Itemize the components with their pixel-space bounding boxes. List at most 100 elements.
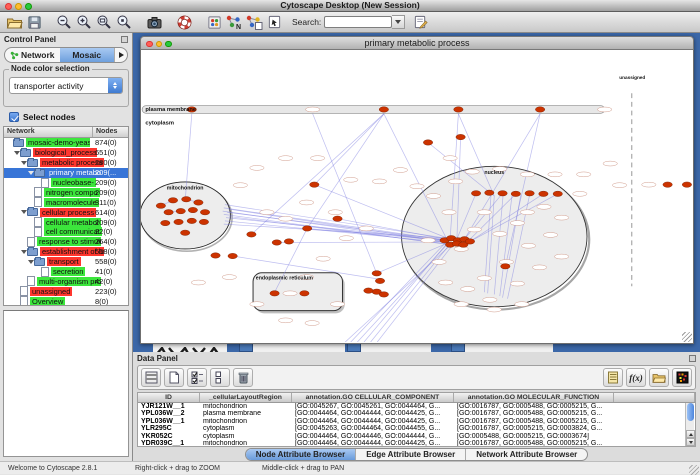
network-node[interactable]	[168, 198, 177, 203]
tree-expand-arrow[interactable]	[27, 260, 34, 264]
vizmapper-button[interactable]: N	[224, 13, 244, 32]
network-node[interactable]	[553, 191, 562, 196]
network-node[interactable]	[182, 197, 191, 202]
window-resize-grip[interactable]	[682, 332, 692, 342]
table-row[interactable]: YDR039C__1mitochondrion[GO:0044464, GO:0…	[138, 440, 695, 447]
birdseye-view[interactable]	[3, 310, 129, 457]
tree-row[interactable]: establishment of lo558(0)	[4, 247, 128, 257]
network-node[interactable]	[525, 191, 534, 196]
close-icon[interactable]	[146, 41, 153, 48]
network-canvas[interactable]: plasma membranecytoplasmmitochondrionnuc…	[141, 50, 693, 342]
table-row[interactable]: YPL036W__2plasma membrane[GO:0044464, GO…	[138, 410, 695, 418]
tree-expand-arrow[interactable]	[20, 250, 27, 254]
background-window-fragment[interactable]	[451, 343, 465, 352]
open-network-button[interactable]	[4, 13, 24, 32]
tab-mosaic[interactable]: Mosaic	[60, 48, 115, 62]
background-window-fragment[interactable]	[253, 343, 345, 352]
plugin-manager-button[interactable]	[204, 13, 224, 32]
import-attributes-button[interactable]	[649, 368, 669, 387]
search-input[interactable]	[324, 16, 392, 28]
network-node[interactable]	[682, 182, 691, 187]
table-row[interactable]: YKR052Ccytoplasm[GO:0044464, GO:0044446,…	[138, 433, 695, 441]
network-node[interactable]	[211, 253, 220, 258]
tab-node-attribute-browser[interactable]: Node Attribute Browser	[246, 449, 357, 460]
attribute-grid-button[interactable]	[141, 368, 161, 387]
table-column-header[interactable]: ID	[138, 393, 200, 402]
delete-attribute-button[interactable]	[233, 368, 253, 387]
heatmap-button[interactable]	[672, 368, 692, 387]
zoom-selected-button[interactable]	[114, 13, 134, 32]
network-node[interactable]	[454, 107, 463, 112]
scroll-down-button[interactable]	[686, 438, 695, 446]
formula-builder-button[interactable]: f(x)	[626, 368, 646, 387]
tree-expand-arrow[interactable]	[27, 171, 34, 175]
node-color-dropdown[interactable]: transporter activity	[9, 77, 123, 94]
snapshot-button[interactable]	[144, 13, 164, 32]
network-node[interactable]	[456, 134, 465, 139]
table-column-header[interactable]: annotation.GO CELLULAR_COMPONENT	[292, 393, 454, 402]
scrollbar-arrows[interactable]	[686, 430, 695, 446]
network-node[interactable]	[270, 291, 279, 296]
table-column-header[interactable]: _cellularLayoutRegion	[200, 393, 292, 402]
scroll-up-button[interactable]	[686, 430, 695, 438]
network-node[interactable]	[372, 271, 381, 276]
tab-network[interactable]: Network	[5, 48, 60, 62]
tree-row[interactable]: Overview8(0)	[4, 296, 128, 306]
tree-row[interactable]: metabolic process280(0)	[4, 158, 128, 168]
network-node[interactable]	[471, 191, 480, 196]
zoom-out-button[interactable]	[54, 13, 74, 32]
close-button[interactable]	[5, 3, 12, 10]
network-node[interactable]	[228, 253, 237, 258]
network-node[interactable]	[156, 203, 165, 208]
save-session-button[interactable]	[24, 13, 44, 32]
background-window-fragment[interactable]	[465, 343, 553, 352]
network-node[interactable]	[194, 200, 203, 205]
tree-row[interactable]: secretion41(0)	[4, 267, 128, 277]
tree-row[interactable]: unassigned223(0)	[4, 286, 128, 296]
network-node[interactable]	[284, 239, 293, 244]
scrollbar-thumb[interactable]	[687, 403, 694, 421]
app-resize-grip[interactable]	[689, 465, 699, 475]
zoom-button[interactable]	[25, 3, 32, 10]
tree-row[interactable]: nucleobase-209(0)	[4, 178, 128, 188]
tree-row[interactable]: macromolecule311(0)	[4, 197, 128, 207]
tree-row[interactable]: transport558(0)	[4, 257, 128, 267]
table-row[interactable]: YPL036W__1mitochondrion[GO:0044464, GO:0…	[138, 418, 695, 426]
background-window-fragment[interactable]	[239, 343, 253, 352]
float-panel-icon[interactable]	[689, 355, 696, 362]
background-window-fragment[interactable]	[361, 343, 431, 352]
filters-button[interactable]	[244, 13, 264, 32]
tree-row[interactable]: cellular metabol209(0)	[4, 217, 128, 227]
network-node[interactable]	[535, 107, 544, 112]
new-attribute-button[interactable]	[164, 368, 184, 387]
background-window-thumbnail[interactable]	[153, 343, 227, 352]
tab-network-attribute-browser[interactable]: Network Attribute Browser	[466, 449, 587, 460]
network-window-titlebar[interactable]: primary metabolic process	[140, 36, 694, 50]
network-node[interactable]	[188, 207, 197, 212]
zoom-fit-button[interactable]	[94, 13, 114, 32]
minimize-button[interactable]	[15, 3, 22, 10]
network-node[interactable]	[379, 107, 388, 112]
network-node[interactable]	[176, 208, 185, 213]
background-window-fragment[interactable]	[347, 343, 361, 352]
network-node[interactable]	[379, 292, 388, 297]
network-node[interactable]	[511, 191, 520, 196]
select-nodes-checkbox[interactable]	[9, 112, 19, 122]
tab-edge-attribute-browser[interactable]: Edge Attribute Browser	[356, 449, 466, 460]
table-row[interactable]: YJR121W__1mitochondrion[GO:0045267, GO:0…	[138, 403, 695, 411]
select-attributes-button[interactable]	[187, 368, 207, 387]
network-node[interactable]	[539, 191, 548, 196]
network-node[interactable]	[663, 182, 672, 187]
search-dropdown-button[interactable]	[392, 15, 405, 29]
tree-row[interactable]: biological_process651(0)	[4, 148, 128, 158]
minimize-icon[interactable]	[156, 41, 163, 48]
tree-row[interactable]: cellular process614(0)	[4, 207, 128, 217]
tree-column-network[interactable]: Network	[4, 127, 93, 137]
tree-row[interactable]: primary metabo209(...	[4, 168, 128, 178]
network-node[interactable]	[187, 218, 196, 223]
window-controls[interactable]	[5, 3, 32, 10]
network-node[interactable]	[302, 226, 311, 231]
table-row[interactable]: YLR295Ccytoplasm[GO:0045263, GO:0044464,…	[138, 425, 695, 433]
network-node[interactable]	[310, 182, 319, 187]
tab-overflow-button[interactable]	[114, 48, 127, 62]
